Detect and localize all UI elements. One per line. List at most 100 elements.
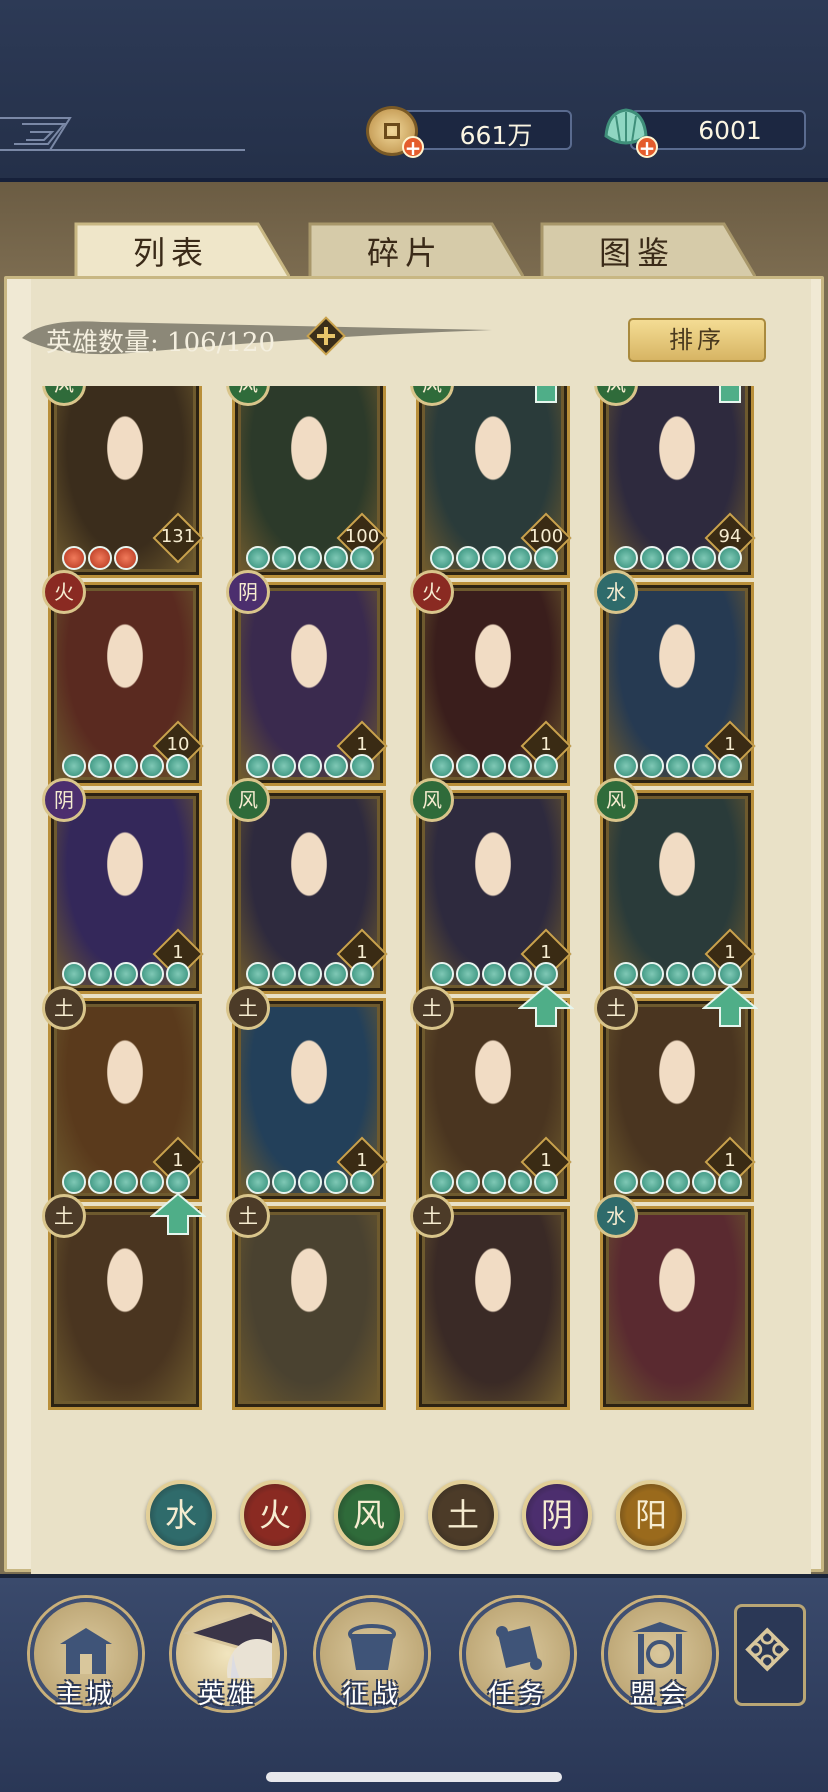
star-icon xyxy=(614,546,638,570)
add-coins-button[interactable]: + xyxy=(402,136,424,158)
element-badge-icon: 土 xyxy=(226,986,270,1030)
star-icon xyxy=(614,1170,638,1194)
bottom-navigation: 主城 英雄 征战 任务 盟会 xyxy=(0,1574,828,1792)
star-icon xyxy=(246,546,270,570)
star-rating xyxy=(56,962,196,990)
star-icon xyxy=(140,1170,164,1194)
star-rating xyxy=(56,754,196,782)
star-icon xyxy=(298,1170,322,1194)
star-icon xyxy=(298,754,322,778)
upgrade-arrow-icon xyxy=(702,984,758,1027)
hero-level: 1 xyxy=(540,942,552,963)
hero-level: 1 xyxy=(172,942,184,963)
star-icon xyxy=(298,546,322,570)
star-icon xyxy=(324,546,348,570)
nav-quests[interactable]: 任务 xyxy=(462,1598,574,1728)
hero-level: 1 xyxy=(724,734,736,755)
hero-card[interactable]: 火 10 xyxy=(24,570,204,786)
star-icon xyxy=(718,754,742,778)
hero-level: 1 xyxy=(356,942,368,963)
hero-level: 131 xyxy=(160,526,196,547)
add-jade-button[interactable]: + xyxy=(636,136,658,158)
star-rating xyxy=(608,546,748,574)
star-icon xyxy=(272,754,296,778)
hero-level: 10 xyxy=(166,734,190,755)
star-rating xyxy=(56,546,196,574)
hero-card[interactable]: 火1 xyxy=(380,570,572,786)
more-menu-button[interactable] xyxy=(734,1604,806,1706)
sort-button[interactable]: 排序 xyxy=(628,318,766,362)
filter-yin-element-button[interactable]: 阴 xyxy=(522,1480,592,1550)
hero-card[interactable]: 土 xyxy=(196,1194,386,1410)
star-icon xyxy=(534,754,558,778)
star-icon xyxy=(430,754,454,778)
star-icon xyxy=(666,546,690,570)
filter-wood-element-button[interactable]: 风 xyxy=(334,1480,404,1550)
star-icon xyxy=(692,962,716,986)
star-icon xyxy=(718,1170,742,1194)
nav-main-city[interactable]: 主城 xyxy=(30,1598,142,1728)
hero-card[interactable]: 土1 xyxy=(380,984,574,1202)
star-icon xyxy=(272,1170,296,1194)
element-badge-icon: 阴 xyxy=(42,778,86,822)
hero-grid: 风131风100风100风94火10阴1火1水1阴1风1风1风1土1土1土1土1… xyxy=(24,386,804,1448)
element-badge-icon: 土 xyxy=(42,986,86,1030)
hero-card[interactable]: 水 xyxy=(564,1194,754,1410)
hero-card[interactable]: 阴1 xyxy=(24,778,204,994)
star-icon xyxy=(534,546,558,570)
hero-card[interactable]: 风1 xyxy=(564,778,756,994)
filter-fire-element-button[interactable]: 火 xyxy=(240,1480,310,1550)
star-icon xyxy=(114,1170,138,1194)
hero-card[interactable]: 土1 xyxy=(24,986,204,1202)
star-rating xyxy=(608,1170,748,1198)
star-icon xyxy=(140,754,164,778)
star-icon xyxy=(482,754,506,778)
star-rating xyxy=(424,1170,564,1198)
hero-card[interactable]: 风1 xyxy=(196,778,388,994)
hero-level: 1 xyxy=(724,942,736,963)
add-hero-slots-button[interactable] xyxy=(306,316,346,356)
filter-yang-element-button[interactable]: 阳 xyxy=(616,1480,686,1550)
element-badge-icon: 土 xyxy=(226,1194,270,1238)
hero-card[interactable]: 风131 xyxy=(24,386,204,578)
hero-card[interactable]: 土 xyxy=(380,1194,570,1410)
tab-codex[interactable]: 图鉴 xyxy=(538,220,756,278)
star-icon xyxy=(140,962,164,986)
hero-card[interactable]: 阴1 xyxy=(196,570,388,786)
hero-card[interactable]: 风100 xyxy=(196,386,388,578)
star-icon xyxy=(62,754,86,778)
coin-counter: 661万 + xyxy=(366,106,572,158)
hero-card[interactable]: 风1 xyxy=(380,778,572,994)
hero-card[interactable]: 土1 xyxy=(564,984,758,1202)
star-icon xyxy=(666,1170,690,1194)
element-badge-icon: 土 xyxy=(42,1194,86,1238)
hero-level: 1 xyxy=(540,734,552,755)
home-indicator xyxy=(266,1772,562,1782)
element-badge-icon: 阴 xyxy=(226,570,270,614)
hero-portrait xyxy=(241,1215,377,1401)
filter-wind-element-button[interactable]: 水 xyxy=(146,1480,216,1550)
nav-campaign[interactable]: 征战 xyxy=(316,1598,428,1728)
hero-card[interactable]: 土 xyxy=(24,1192,206,1410)
tab-fragments[interactable]: 碎片 xyxy=(306,220,524,278)
hero-card[interactable]: 水1 xyxy=(564,570,756,786)
tab-list[interactable]: 列表 xyxy=(72,220,290,278)
star-icon xyxy=(62,546,86,570)
star-rating xyxy=(240,1170,380,1198)
element-filter-bar: 水火风土阴阳 xyxy=(146,1480,686,1550)
star-icon xyxy=(692,1170,716,1194)
star-icon xyxy=(666,754,690,778)
star-icon xyxy=(456,1170,480,1194)
filter-earth-element-button[interactable]: 土 xyxy=(428,1480,498,1550)
hero-card[interactable]: 风94 xyxy=(564,386,756,578)
tab-list-label: 列表 xyxy=(132,234,209,272)
hero-portrait xyxy=(425,1215,561,1401)
star-rating xyxy=(424,546,564,574)
hero-card[interactable]: 土1 xyxy=(196,986,388,1202)
hero-portrait-icon xyxy=(182,1610,272,1678)
nav-alliance[interactable]: 盟会 xyxy=(604,1598,716,1728)
star-icon xyxy=(246,754,270,778)
hero-level: 1 xyxy=(172,1150,184,1171)
hero-card[interactable]: 风100 xyxy=(380,386,572,578)
nav-heroes[interactable]: 英雄 xyxy=(172,1598,284,1728)
